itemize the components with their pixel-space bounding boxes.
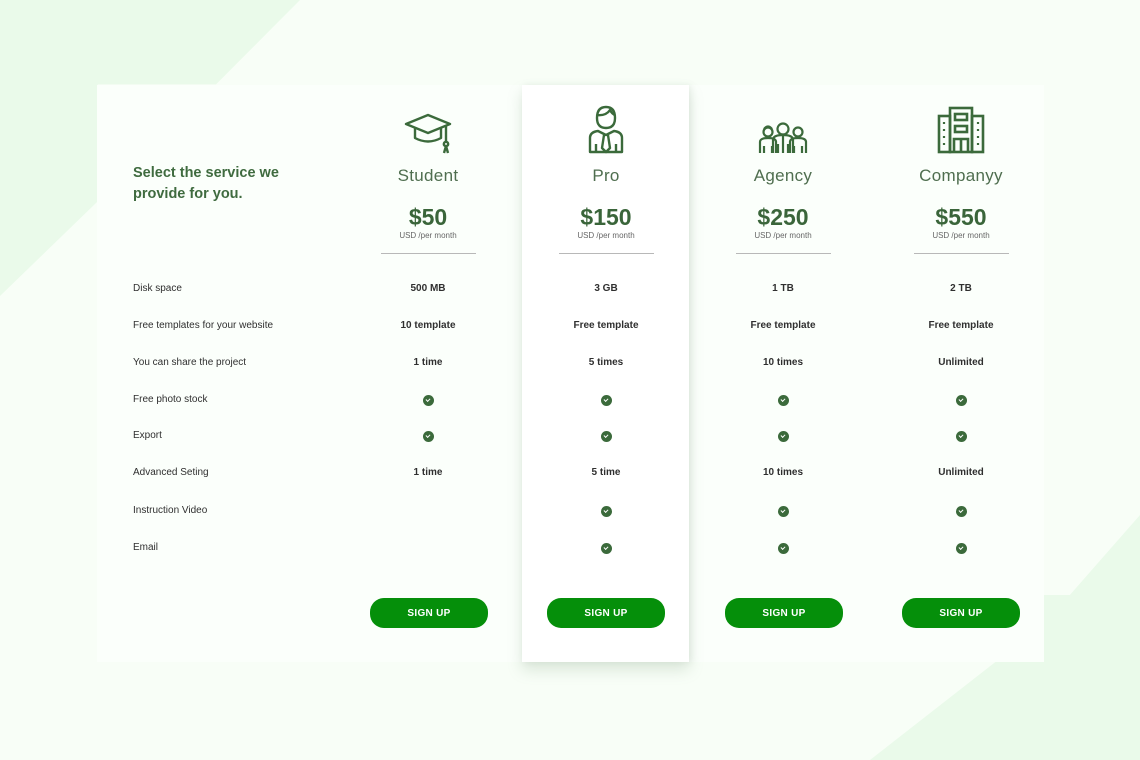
feature-label: Email <box>133 542 159 553</box>
team-icon <box>708 100 858 154</box>
feature-included-cell <box>708 543 858 554</box>
plan-price: $250 <box>757 204 809 230</box>
feature-label: Free photo stock <box>133 394 208 405</box>
divider <box>913 253 1009 254</box>
check-circle-icon <box>777 506 789 517</box>
feature-label: Export <box>133 430 162 441</box>
feature-included-cell <box>531 543 681 554</box>
check-circle-icon <box>600 506 612 517</box>
plan-period: USD /per month <box>577 231 635 240</box>
check-circle-icon <box>777 543 789 554</box>
feature-value-cell: Unlimited <box>938 357 984 368</box>
plan-period: USD /per month <box>399 231 457 240</box>
feature-included-cell <box>531 506 681 517</box>
plan-price: $150 <box>580 204 632 230</box>
companyy-signup-button[interactable]: SIGN UP <box>902 598 1020 628</box>
feature-value-cell: Free template <box>573 320 639 331</box>
student-signup-button[interactable]: SIGN UP <box>370 598 488 628</box>
building-icon <box>886 100 1036 154</box>
feature-value-cell: 2 TB <box>950 283 972 294</box>
check-circle-icon <box>777 395 789 406</box>
businessman-icon <box>531 100 681 154</box>
feature-value-cell: Free template <box>928 320 994 331</box>
divider <box>735 253 831 254</box>
plan-period: USD /per month <box>932 231 990 240</box>
feature-value-cell: 10 times <box>762 357 804 368</box>
plan-companyy: Companyy $550 USD /per month <box>886 100 1036 254</box>
feature-value-cell: 1 TB <box>772 283 794 294</box>
plan-name: Agency <box>753 166 813 185</box>
feature-included-cell <box>886 431 1036 442</box>
feature-included-cell <box>886 395 1036 406</box>
feature-included-cell <box>353 431 503 442</box>
feature-value-cell: 500 MB <box>410 283 446 294</box>
feature-label: Advanced Seting <box>133 467 209 478</box>
check-circle-icon <box>422 431 434 442</box>
pro-signup-button[interactable]: SIGN UP <box>547 598 665 628</box>
intro-heading: Select the service we provide for you. <box>133 165 279 202</box>
feature-included-cell <box>886 543 1036 554</box>
check-circle-icon <box>600 431 612 442</box>
check-circle-icon <box>777 431 789 442</box>
feature-included-cell <box>708 395 858 406</box>
feature-label: Free templates for your website <box>133 320 274 331</box>
feature-value-cell: 3 GB <box>594 283 618 294</box>
check-circle-icon <box>955 395 967 406</box>
check-circle-icon <box>422 395 434 406</box>
feature-included-cell <box>353 395 503 406</box>
check-circle-icon <box>955 431 967 442</box>
feature-included-cell <box>531 431 681 442</box>
check-circle-icon <box>600 395 612 406</box>
plan-agency: Agency $250 USD /per month <box>708 100 858 254</box>
agency-signup-button[interactable]: SIGN UP <box>725 598 843 628</box>
plan-price: $550 <box>935 204 987 230</box>
divider <box>558 253 654 254</box>
check-circle-icon <box>955 543 967 554</box>
plan-name: Pro <box>592 166 620 185</box>
feature-value-cell: 10 times <box>762 467 804 478</box>
plan-student: Student $50 USD /per month <box>353 100 503 254</box>
graduation-cap-icon <box>353 100 503 154</box>
plan-price: $50 <box>408 204 448 230</box>
feature-included-cell <box>708 506 858 517</box>
feature-value-cell: 5 time <box>591 467 621 478</box>
plan-pro: Pro $150 USD /per month <box>531 100 681 254</box>
check-circle-icon <box>955 506 967 517</box>
feature-value-cell: Free template <box>750 320 816 331</box>
feature-value-cell: 1 time <box>413 467 443 478</box>
feature-included-cell <box>531 395 681 406</box>
feature-included-cell <box>886 506 1036 517</box>
plan-period: USD /per month <box>754 231 812 240</box>
check-circle-icon <box>600 543 612 554</box>
feature-label: Disk space <box>133 283 182 294</box>
feature-value-cell: 10 template <box>400 320 456 331</box>
feature-value-cell: 5 times <box>588 357 624 368</box>
feature-value-cell: 1 time <box>413 357 443 368</box>
plan-name: Companyy <box>919 166 1003 185</box>
background-shape-bottom-right-step <box>1044 595 1140 665</box>
feature-value-cell: Unlimited <box>938 467 984 478</box>
feature-label: You can share the project <box>133 357 247 368</box>
feature-included-cell <box>708 431 858 442</box>
feature-label: Instruction Video <box>133 505 208 516</box>
divider <box>380 253 476 254</box>
plan-name: Student <box>397 166 459 185</box>
